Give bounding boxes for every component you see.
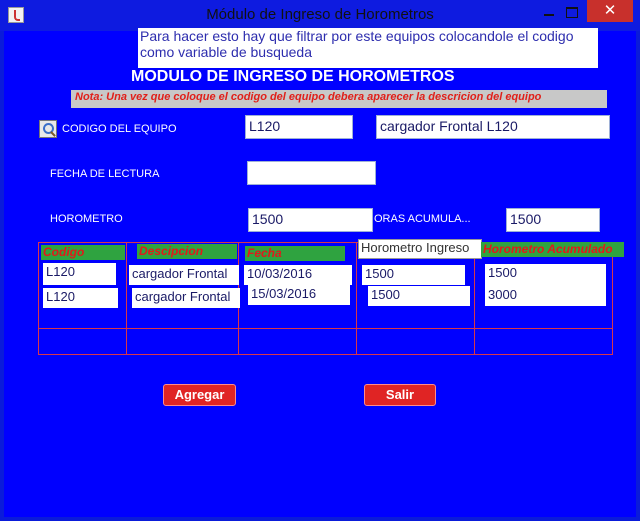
descripcion-input[interactable]: cargador Frontal L120 <box>376 115 610 139</box>
salir-button[interactable]: Salir <box>364 384 436 406</box>
close-button[interactable]: ✕ <box>587 0 633 22</box>
column-header-horometro-ingreso[interactable]: Horometro Ingreso <box>358 239 482 259</box>
horometro-input[interactable]: 1500 <box>248 208 373 232</box>
agregar-button[interactable]: Agregar <box>163 384 236 406</box>
table-border-line <box>356 242 357 355</box>
table-cell-horometro-acumulado[interactable]: 1500 <box>485 264 606 286</box>
warning-note: Nota: Una vez que coloque el codigo del … <box>71 90 607 108</box>
table-border-line <box>38 354 613 355</box>
codigo-label: CODIGO DEL EQUIPO <box>62 123 177 135</box>
instruction-note-line1: Para hacer esto hay que filtrar por este… <box>140 28 574 44</box>
column-header-codigo[interactable]: Codigo <box>41 245 125 260</box>
table-cell-descripcion[interactable]: cargador Frontal <box>129 265 239 285</box>
column-header-fecha[interactable]: Fecha <box>245 246 345 261</box>
table-border-line <box>38 242 39 355</box>
acumulado-input[interactable]: 1500 <box>506 208 600 232</box>
search-icon[interactable] <box>39 120 57 138</box>
page-heading: MODULO DE INGRESO DE HOROMETROS <box>131 68 455 85</box>
horometro-label: HOROMETRO <box>50 213 123 225</box>
table-cell-horometro-ingreso[interactable]: 1500 <box>368 286 470 306</box>
column-header-horometro-acumulado[interactable]: Horometro Acumulado <box>481 242 624 257</box>
fecha-label: FECHA DE LECTURA <box>50 168 160 180</box>
codigo-input[interactable]: L120 <box>245 115 353 139</box>
maximize-button[interactable] <box>557 0 585 24</box>
table-border-line <box>38 328 613 329</box>
table-cell-horometro-ingreso[interactable]: 1500 <box>362 265 465 285</box>
instruction-note: Para hacer esto hay que filtrar por este… <box>138 28 598 68</box>
acumulado-label: ORAS ACUMULA... <box>374 213 471 225</box>
instruction-note-line2: como variable de busqueda <box>140 44 313 60</box>
table-border-line <box>126 242 127 355</box>
table-cell-descripcion[interactable]: cargador Frontal <box>132 288 240 308</box>
table-cell-codigo[interactable]: L120 <box>43 288 118 308</box>
fecha-input[interactable] <box>247 161 376 185</box>
table-cell-horometro-acumulado[interactable]: 3000 <box>485 286 606 306</box>
table-cell-fecha[interactable]: 15/03/2016 <box>248 285 350 305</box>
column-header-descripcion[interactable]: Descipcion <box>137 244 237 259</box>
table-cell-codigo[interactable]: L120 <box>43 263 116 285</box>
table-border-line <box>612 242 613 355</box>
title-bar[interactable]: Módulo de Ingreso de Horometros ✕ <box>0 0 640 31</box>
table-cell-fecha[interactable]: 10/03/2016 <box>244 265 352 285</box>
